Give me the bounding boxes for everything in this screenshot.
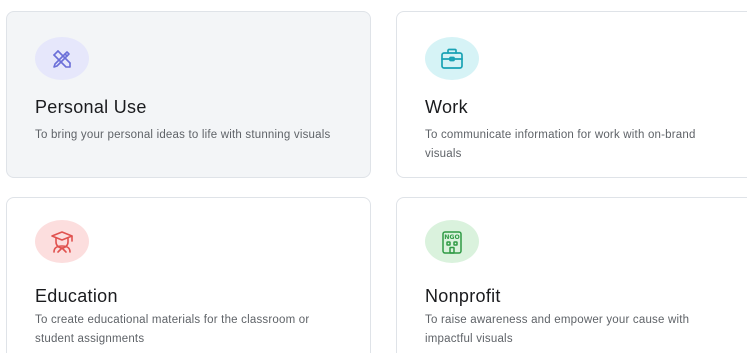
card-title: Education: [35, 286, 118, 306]
card-description: To communicate information for work with…: [425, 129, 696, 160]
use-case-grid: Personal Use To bring your personal idea…: [0, 0, 747, 353]
card-title: Personal Use: [35, 97, 147, 117]
briefcase-icon: [425, 37, 479, 80]
ngo-building-icon: NGO: [425, 220, 479, 263]
card-work[interactable]: Work To communicate information for work…: [396, 11, 747, 178]
card-education[interactable]: Education To create educational material…: [6, 197, 371, 353]
graduate-icon: [35, 220, 89, 263]
card-personal-use[interactable]: Personal Use To bring your personal idea…: [6, 11, 371, 178]
svg-text:NGO: NGO: [444, 234, 460, 241]
card-title: Nonprofit: [425, 286, 501, 306]
card-description: To bring your personal ideas to life wit…: [35, 129, 331, 141]
card-title: Work: [425, 97, 468, 117]
card-nonprofit[interactable]: NGO Nonprofit To raise awareness and emp…: [396, 197, 747, 353]
pen-brush-icon: [35, 37, 89, 80]
card-description: To raise awareness and empower your caus…: [425, 314, 690, 345]
card-description: To create educational materials for the …: [35, 314, 310, 345]
